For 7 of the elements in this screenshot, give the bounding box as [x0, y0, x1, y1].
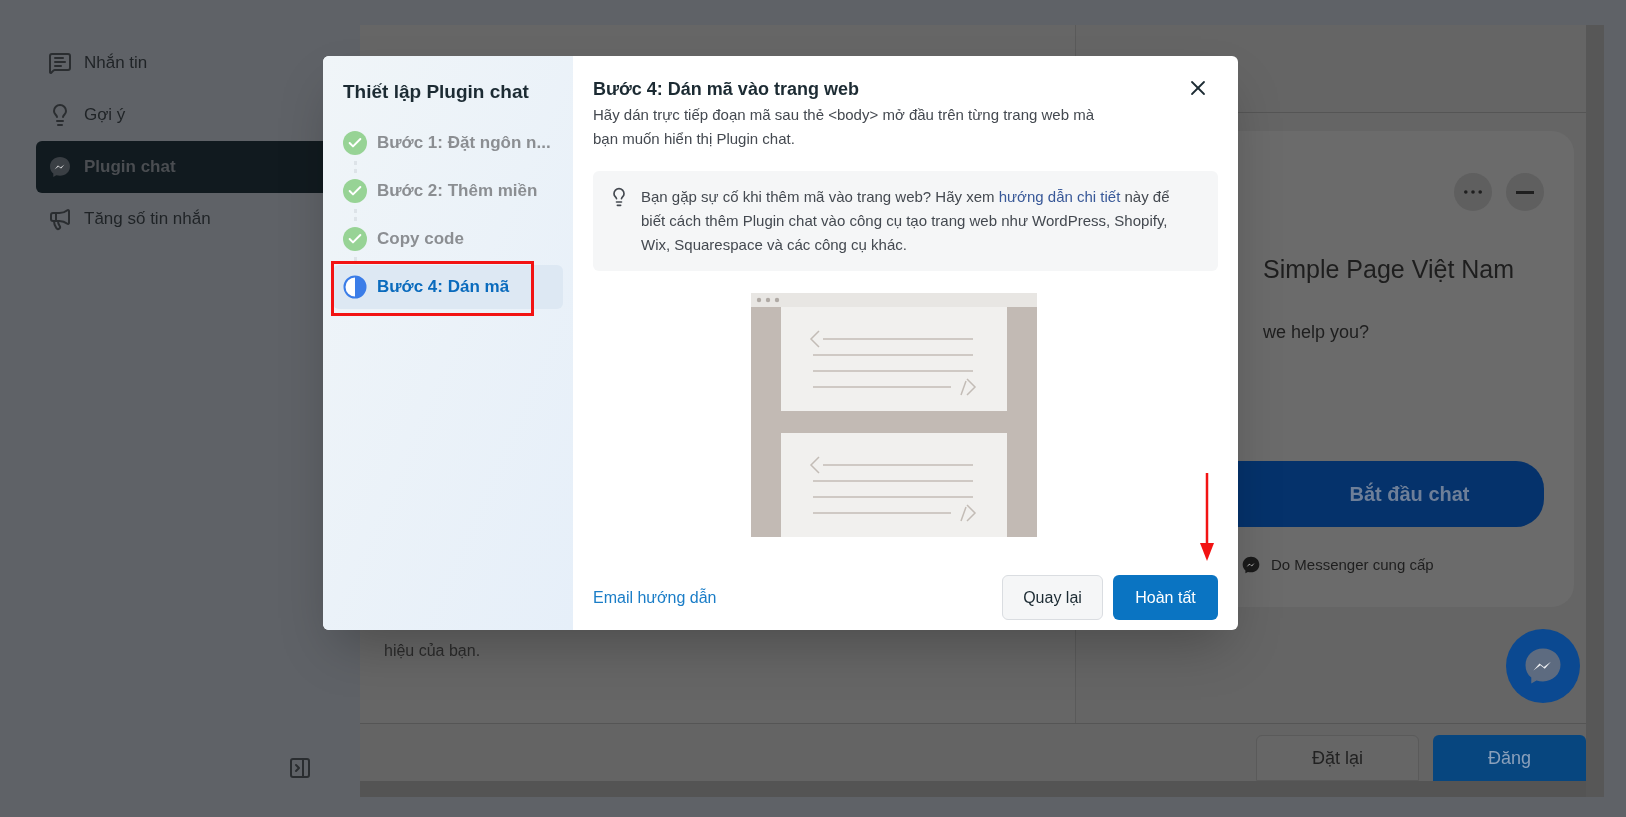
dialog-title: Bước 4: Dán mã vào trang web	[593, 78, 859, 101]
powered-by-text: Do Messenger cung cấp	[1271, 555, 1434, 575]
tip-text: Bạn gặp sự cố khi thêm mã vào trang web? Hãy xem hướng dẫn chi tiết này để biết cách thêm Plugin chat vào công cụ tạo trang web như WordPress, Shopify, Wix, Squarespace và các công cụ khác.	[641, 187, 1171, 255]
page-name: Simple Page Việt Nam	[1263, 254, 1516, 285]
dialog-description: Hãy dán trực tiếp đoạn mã sau thẻ <body> mở đầu trên từng trang web mà bạn muốn hiển thị Plugin chat.	[593, 105, 1096, 149]
greeting-text: we help you?	[1263, 320, 1371, 344]
sidebar-title: Thiết lập Plugin chat	[343, 80, 530, 104]
